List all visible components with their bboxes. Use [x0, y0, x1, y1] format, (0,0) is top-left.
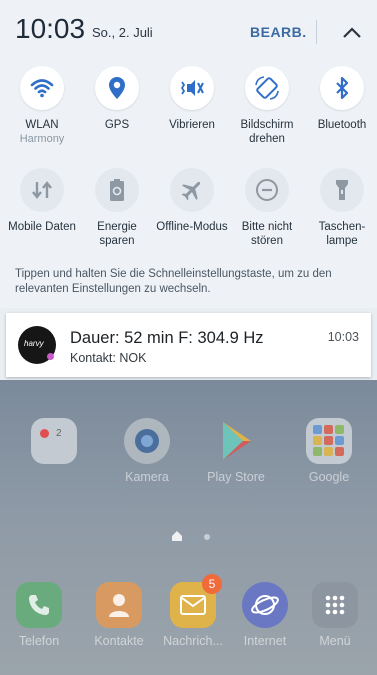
clock: 10:03 [15, 13, 86, 44]
do-not-disturb-icon [245, 168, 289, 212]
google-folder-icon [306, 418, 352, 464]
rotate-screen-icon [245, 66, 289, 110]
tile-sublabel: Harmony [19, 133, 65, 145]
home-app-google[interactable]: Google [291, 418, 367, 484]
avatar-text: harvy [24, 339, 44, 348]
tile-wlan[interactable]: WLAN Harmony [5, 66, 79, 146]
tile-label: Offline-Modus [156, 221, 228, 233]
folder-icon: 2 [31, 418, 77, 464]
quick-settings-hint: Tippen und halten Sie die Schnelleinstel… [15, 268, 332, 295]
airplane-icon [170, 168, 214, 212]
dock-app-internet[interactable]: Internet [232, 582, 298, 648]
dock-app-phone[interactable]: Telefon [8, 582, 70, 648]
tile-airplane[interactable]: Offline-Modus [155, 168, 229, 234]
collapse-chevron-icon[interactable] [338, 21, 366, 45]
app-name: Play Store [207, 470, 265, 484]
edit-button[interactable]: BEARB. [250, 24, 307, 40]
tile-bluetooth[interactable]: Bluetooth [305, 66, 377, 132]
tile-label: Energie sparen [97, 221, 137, 247]
tile-flashlight[interactable]: Taschen-lampe [305, 168, 377, 248]
app-name: Kamera [125, 470, 169, 484]
tile-label: Bildschirm drehen [240, 119, 294, 145]
header-divider [316, 20, 317, 44]
tile-gps[interactable]: GPS [80, 66, 154, 132]
play-store-icon [213, 418, 259, 464]
tile-mobile-data[interactable]: Mobile Daten [5, 168, 79, 234]
notification-title: Dauer: 52 min F: 304.9 Hz [70, 329, 264, 347]
bluetooth-icon [320, 66, 364, 110]
tile-label: Taschen-lampe [318, 221, 366, 247]
vibrate-icon [170, 66, 214, 110]
app-name: Internet [243, 634, 287, 648]
dock-app-messages[interactable]: 5 Nachrich... [157, 574, 229, 648]
app-name: Nachrich... [163, 634, 223, 648]
unread-count-badge: 5 [202, 574, 222, 594]
wifi-icon [20, 66, 64, 110]
tile-label: Bitte nicht stören [241, 221, 293, 247]
tile-label: WLAN [25, 119, 59, 131]
tile-power-saving[interactable]: Energie sparen [80, 168, 154, 248]
app-name: Telefon [18, 634, 60, 648]
notification-card[interactable]: harvy Dauer: 52 min F: 304.9 Hz Kontakt:… [6, 313, 371, 377]
app-avatar-icon: harvy [18, 326, 56, 364]
quick-settings-panel: 10:03 So., 2. Juli BEARB. WLAN Harmony G… [0, 0, 377, 308]
phone-icon [16, 582, 62, 628]
dock-app-menu[interactable]: Menü [302, 582, 368, 648]
notification-text: Kontakt: NOK [70, 351, 147, 365]
home-screen: 2 Kamera Play Store Google Telefon Konta… [0, 380, 377, 675]
camera-icon [124, 418, 170, 464]
mobile-data-icon [20, 168, 64, 212]
app-name: Kontakte [94, 634, 144, 648]
dock-app-contacts[interactable]: Kontakte [84, 582, 154, 648]
tile-rotate[interactable]: Bildschirm drehen [230, 66, 304, 146]
app-name: Menü [319, 634, 351, 648]
tile-do-not-disturb[interactable]: Bitte nicht stören [230, 168, 304, 248]
tile-label: Mobile Daten [8, 221, 76, 233]
tile-label: Vibrieren [169, 119, 215, 131]
tile-vibrate[interactable]: Vibrieren [155, 66, 229, 132]
flashlight-icon [320, 168, 364, 212]
home-app-folder[interactable]: 2 [16, 418, 92, 470]
tile-label: GPS [104, 119, 130, 131]
messages-icon: 5 [170, 574, 222, 628]
date-label: So., 2. Juli [92, 25, 153, 40]
apps-menu-icon [312, 582, 358, 628]
battery-saver-icon [95, 168, 139, 212]
location-pin-icon [95, 66, 139, 110]
avatar-dot [47, 353, 54, 360]
internet-icon [242, 582, 288, 628]
tile-label: Bluetooth [317, 119, 367, 131]
home-app-play-store[interactable]: Play Store [198, 418, 274, 484]
notification-time: 10:03 [327, 330, 359, 344]
contacts-icon [96, 582, 142, 628]
home-app-camera[interactable]: Kamera [109, 418, 185, 484]
app-name: Google [308, 470, 350, 484]
